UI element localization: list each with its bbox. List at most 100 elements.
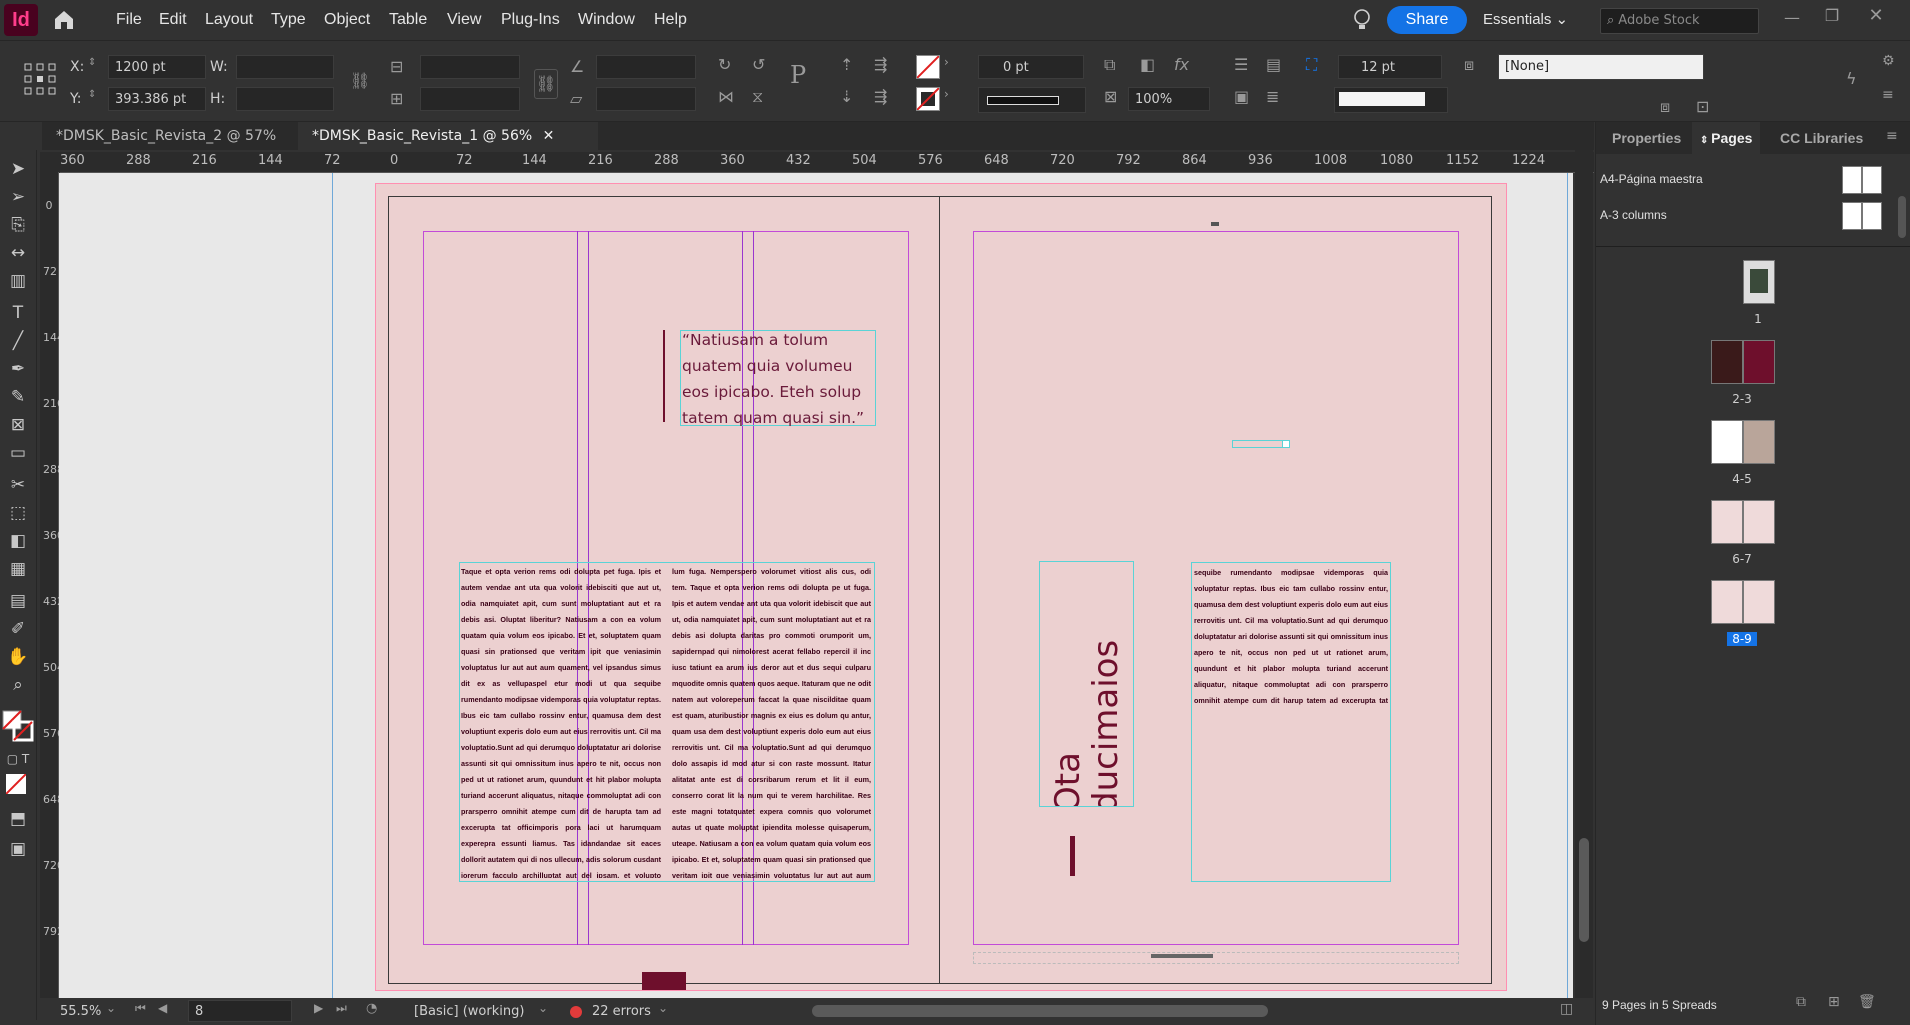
note-tool-icon[interactable]: ▤ [5, 588, 31, 614]
minimize-icon[interactable]: — [1780, 8, 1804, 27]
ruler-guide[interactable] [1567, 173, 1568, 999]
new-page-icon[interactable]: ⊞ [1828, 994, 1840, 1010]
x-field[interactable]: 1200 pt [108, 55, 206, 79]
hand-tool-icon[interactable]: ✋ [5, 644, 31, 670]
horizontal-ruler[interactable]: 360 288 216 144 72 0 72 144 216 288 360 … [60, 152, 1594, 173]
select-previous-icon[interactable]: ⇶ [874, 87, 887, 106]
page-thumb-9[interactable] [1743, 580, 1775, 624]
small-text-frame[interactable] [1232, 440, 1286, 448]
close-tab-icon[interactable]: ✕ [543, 128, 555, 144]
fill-swatch-icon[interactable] [916, 55, 940, 79]
pencil-tool-icon[interactable]: ✎ [5, 384, 31, 410]
master-right-thumb[interactable] [1862, 202, 1882, 230]
app-logo[interactable]: Id [4, 4, 38, 36]
control-menu-icon[interactable]: ≡ [1882, 87, 1894, 103]
master-left-thumb[interactable] [1842, 202, 1862, 230]
rotate-cw-icon[interactable]: ↻ [718, 55, 731, 74]
vertical-scrollbar[interactable] [1575, 150, 1593, 998]
share-button[interactable]: Share [1387, 6, 1467, 34]
menu-table[interactable]: Table [389, 0, 427, 40]
lightning-icon[interactable]: ϟ [1846, 69, 1857, 88]
type-tool-icon[interactable]: T [5, 300, 31, 326]
errors-chevron-icon[interactable]: ⌄ [658, 1001, 668, 1015]
quote-text-frame[interactable]: “Natiusam a tolum quatem quia volumeu eo… [680, 330, 876, 427]
first-page-icon[interactable]: ⏮ [135, 1001, 146, 1016]
stroke-swatch-icon[interactable] [916, 87, 940, 111]
clear-overrides-icon[interactable]: ⊡ [1696, 97, 1709, 116]
page-tool-icon[interactable]: ⎘ [5, 212, 31, 238]
link-icon[interactable]: ⛓ [534, 69, 558, 99]
stroke-menu-chevron-icon[interactable]: › [944, 87, 949, 101]
opacity-field[interactable]: 100% [1128, 87, 1210, 111]
last-page-icon[interactable]: ⏭ [336, 1001, 347, 1016]
page-size-icon[interactable]: ⧉ [1796, 994, 1806, 1010]
text-wrap-icon[interactable]: ☰ [1234, 55, 1248, 74]
menu-view[interactable]: View [447, 0, 481, 40]
gradient-feather-tool-icon[interactable]: ▦ [5, 556, 31, 582]
object-style-select[interactable]: [None] [1498, 54, 1704, 80]
page-thumb-3[interactable] [1743, 340, 1775, 384]
panel-menu-icon[interactable]: ≡ [1886, 128, 1898, 144]
horizontal-scroll-thumb[interactable] [812, 1005, 1268, 1017]
y-field[interactable]: 393.386 pt [108, 87, 206, 111]
menu-window[interactable]: Window [578, 0, 635, 40]
menu-plugins[interactable]: Plug-Ins [501, 0, 560, 40]
stroke-weight-field[interactable]: 0 pt [978, 55, 1084, 79]
jump-object-icon[interactable]: ≣ [1266, 87, 1279, 106]
page-thumb-8[interactable] [1711, 580, 1743, 624]
ruler-origin[interactable] [40, 152, 60, 172]
scissors-tool-icon[interactable]: ✂ [5, 472, 31, 498]
selection-tool-icon[interactable]: ➤ [5, 156, 31, 182]
spread-8-9[interactable]: “Natiusam a tolum quatem quia volumeu eo… [375, 183, 1507, 991]
path-p-icon[interactable]: P [790, 61, 806, 89]
delete-page-icon[interactable]: 🗑 [1858, 994, 1876, 1010]
vertical-ruler[interactable]: 0 72 144 216 288 360 432 504 576 648 720… [40, 172, 64, 998]
page-thumb-6[interactable] [1711, 500, 1743, 544]
folio-marker[interactable] [642, 972, 686, 990]
eyedropper-tool-icon[interactable]: ✐ [5, 616, 31, 642]
gradient-swatch-tool-icon[interactable]: ◧ [5, 528, 31, 554]
select-content-icon[interactable]: ⇣ [840, 87, 853, 106]
wrap-shape-icon[interactable]: ▣ [1234, 87, 1249, 106]
preflight-profile-icon[interactable]: ◔ [366, 1001, 377, 1016]
next-page-icon[interactable]: ▶ [314, 1001, 323, 1015]
tab-pages[interactable]: ⇕ Pages [1692, 122, 1761, 154]
page-thumb-5[interactable] [1743, 420, 1775, 464]
tab-revista-2[interactable]: *DMSK_Basic_Revista_2 @ 57% ✕ [42, 122, 298, 172]
ruler-guide[interactable] [332, 173, 333, 999]
line-tool-icon[interactable]: ╱ [5, 328, 31, 354]
rectangle-frame-tool-icon[interactable]: ⊠ [5, 412, 31, 438]
quick-apply-icon[interactable]: ⧈ [1660, 97, 1670, 117]
page-thumb-2[interactable] [1711, 340, 1743, 384]
error-count[interactable]: 22 errors [592, 1004, 651, 1019]
direct-selection-tool-icon[interactable]: ➢ [5, 184, 31, 210]
screen-mode-icon[interactable]: ⬒ [5, 806, 31, 832]
page-thumb-1[interactable] [1743, 260, 1775, 304]
page-thumb-7[interactable] [1743, 500, 1775, 544]
restore-icon[interactable]: ❐ [1820, 6, 1844, 25]
close-window-icon[interactable]: ✕ [1864, 5, 1888, 26]
stroke-type-select[interactable] [978, 87, 1086, 113]
tab-cc-libraries[interactable]: CC Libraries [1780, 122, 1863, 154]
content-collector-icon[interactable]: ▥ [5, 268, 31, 294]
page-thumb-4[interactable] [1711, 420, 1743, 464]
pasteboard[interactable]: “Natiusam a tolum quatem quia volumeu eo… [59, 173, 1573, 999]
shear-angle-field[interactable] [596, 87, 696, 111]
profile-chevron-icon[interactable]: ⌄ [538, 1001, 548, 1015]
rotate-angle-field[interactable] [596, 55, 696, 79]
adobe-stock-search[interactable]: ⌕ Adobe Stock [1600, 8, 1759, 34]
formatting-container-icon[interactable]: ▢ T [5, 746, 31, 772]
menu-object[interactable]: Object [324, 0, 370, 40]
select-next-icon[interactable]: ⇶ [874, 55, 887, 74]
drop-shadow-icon[interactable]: ◧ [1140, 55, 1155, 74]
tab-properties[interactable]: Properties [1612, 122, 1681, 154]
auto-fit-icon[interactable]: ⛶ [1306, 55, 1317, 75]
split-view-icon[interactable]: ◫ [1560, 1001, 1573, 1017]
wrap-around-icon[interactable]: ▤ [1266, 55, 1281, 74]
vertical-title-frame[interactable]: Ota ducimaios [1039, 561, 1134, 807]
home-icon[interactable] [52, 8, 76, 32]
x-stepper-icon[interactable]: ⇕ [88, 57, 96, 68]
menu-file[interactable]: File [116, 0, 142, 40]
zoom-chevron-icon[interactable]: ⌄ [106, 1001, 116, 1015]
apply-none-icon[interactable] [5, 773, 27, 795]
